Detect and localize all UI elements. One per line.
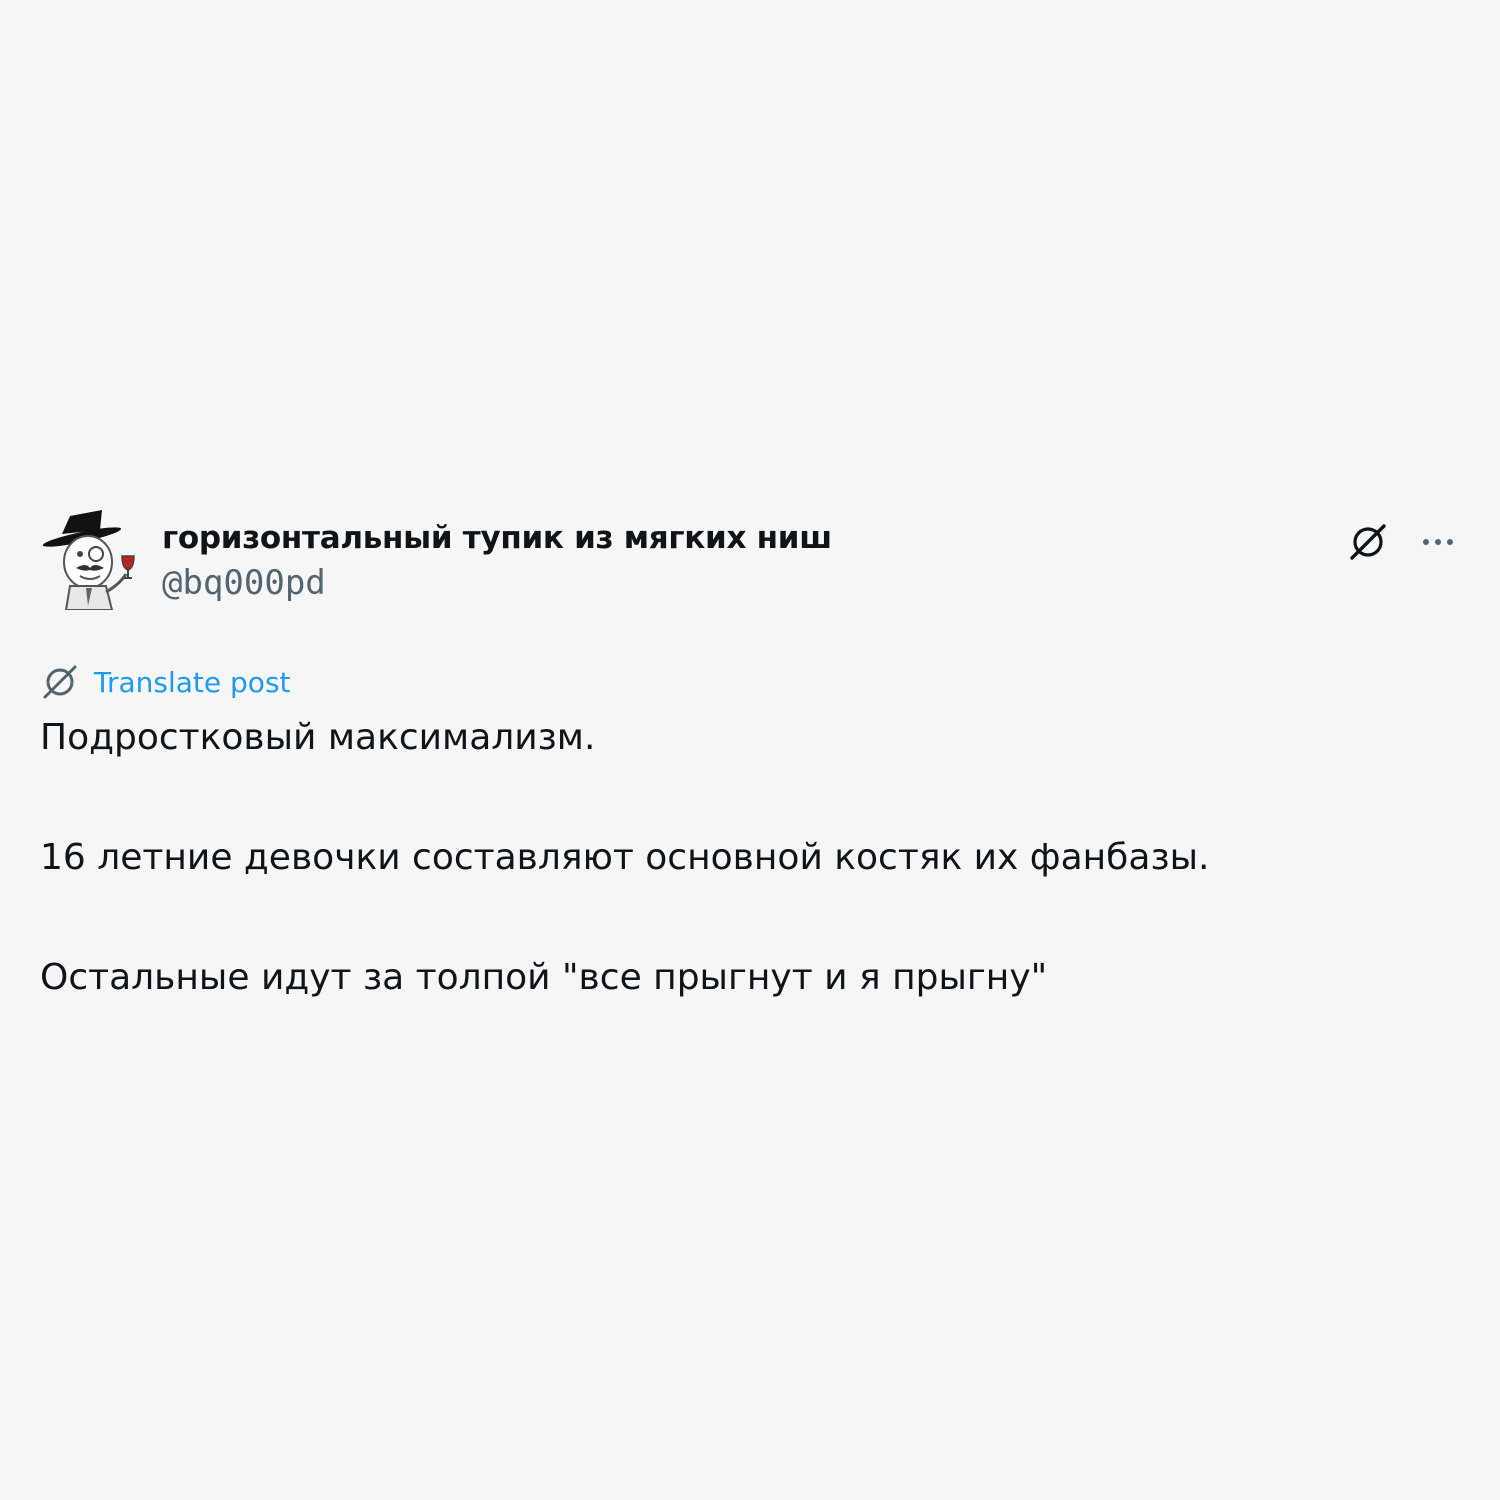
more-horizontal-icon[interactable] xyxy=(1416,520,1460,564)
post-paragraph: Остальные идут за толпой "все прыгнут и … xyxy=(40,957,1048,998)
post-text: Подростковый максимализм. 16 летние дево… xyxy=(40,708,1460,1008)
header-actions xyxy=(1346,520,1460,564)
translate-icon xyxy=(43,665,77,699)
post-header: горизонтальный тупик из мягких ниш @bq00… xyxy=(40,510,1460,620)
avatar[interactable] xyxy=(40,510,140,611)
grok-translate-icon[interactable] xyxy=(1346,520,1390,564)
author-names: горизонтальный тупик из мягких ниш @bq00… xyxy=(162,518,832,606)
post-card: горизонтальный тупик из мягких ниш @bq00… xyxy=(40,510,1460,1008)
post-paragraph: 16 летние девочки составляют основной ко… xyxy=(40,837,1210,878)
post-paragraph: Подростковый максимализм. xyxy=(40,717,596,758)
translate-post-link[interactable]: Translate post xyxy=(40,662,1460,702)
translate-post-label[interactable]: Translate post xyxy=(94,666,291,699)
user-handle[interactable]: @bq000pd xyxy=(162,560,832,606)
gentleman-avatar-icon xyxy=(42,510,135,611)
display-name[interactable]: горизонтальный тупик из мягких ниш xyxy=(162,518,832,558)
